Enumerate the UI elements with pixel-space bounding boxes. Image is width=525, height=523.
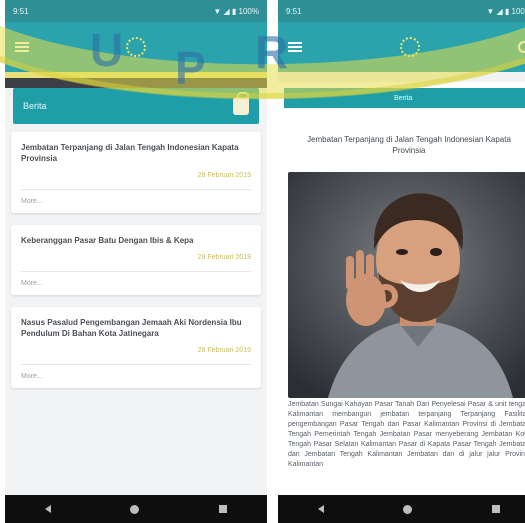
article-photo	[288, 172, 525, 398]
home-circle-icon[interactable]	[130, 504, 140, 514]
status-time: 9:51	[13, 6, 29, 16]
news-date: 28 Februari 2019	[197, 347, 251, 354]
article-body: Jembatan Sungai Kahayan Pasar Tanah Dari…	[288, 401, 525, 468]
app-bar	[278, 22, 525, 72]
status-icons: ▼ ◢ ▮ 100%	[486, 6, 525, 16]
status-bar: 9:51 ▼ ◢ ▮ 100%	[278, 0, 525, 22]
right-phone-screen: 9:51 ▼ ◢ ▮ 100% Berita Jembatan Terpanja…	[278, 0, 525, 523]
dark-strip	[5, 78, 267, 88]
search-icon[interactable]	[518, 41, 525, 53]
more-link[interactable]: More...	[21, 198, 251, 205]
back-triangle-icon[interactable]	[317, 505, 324, 513]
system-nav-bar	[5, 495, 267, 523]
category-label: Berita	[23, 101, 47, 111]
screenshot-stage: 9:51 ▼ ◢ ▮ 100% Berita Jembatan Terpanja…	[0, 0, 525, 523]
man-ok-gesture-photo	[288, 172, 525, 398]
news-list: Jembatan Terpanjang di Jalan Tengah Indo…	[5, 124, 267, 408]
article-title: Jembatan Terpanjang di Jalan Tengah Indo…	[307, 135, 511, 155]
category-bar[interactable]: Berita	[284, 88, 525, 108]
news-card[interactable]: Nasus Pasalud Pengembangan Jemaah Aki No…	[11, 307, 261, 388]
hamburger-icon[interactable]	[15, 42, 29, 52]
hamburger-icon[interactable]	[288, 42, 302, 52]
recent-square-icon[interactable]	[492, 505, 501, 513]
logo-ring-icon	[400, 37, 420, 57]
news-card[interactable]: Jembatan Terpanjang di Jalan Tengah Indo…	[11, 132, 261, 213]
card-divider	[21, 189, 251, 190]
category-bar[interactable]: Berita	[13, 88, 259, 124]
home-circle-icon[interactable]	[403, 504, 413, 514]
status-time: 9:51	[286, 6, 302, 16]
news-title: Keberanggan Pasar Batu Dengan Ibis & Kep…	[21, 236, 194, 245]
card-divider	[21, 364, 251, 365]
status-bar: 9:51 ▼ ◢ ▮ 100%	[5, 0, 267, 22]
news-title: Nasus Pasalud Pengembangan Jemaah Aki No…	[21, 318, 242, 338]
news-date: 28 Februari 2019	[197, 172, 251, 179]
news-card[interactable]: Keberanggan Pasar Batu Dengan Ibis & Kep…	[11, 225, 261, 295]
system-nav-bar	[278, 495, 525, 523]
card-divider	[21, 271, 251, 272]
divider-strip	[278, 72, 525, 82]
app-bar	[5, 22, 267, 72]
more-link[interactable]: More...	[21, 373, 251, 380]
news-date: 28 Februari 2019	[197, 254, 251, 261]
category-label: Berita	[394, 94, 413, 102]
back-triangle-icon[interactable]	[44, 505, 51, 513]
shopping-bag-icon[interactable]	[233, 92, 249, 115]
logo-ring-icon	[126, 37, 146, 57]
more-link[interactable]: More...	[21, 280, 251, 287]
left-phone-screen: 9:51 ▼ ◢ ▮ 100% Berita Jembatan Terpanja…	[5, 0, 267, 523]
status-icons: ▼ ◢ ▮ 100%	[213, 6, 259, 16]
recent-square-icon[interactable]	[219, 505, 228, 513]
news-title: Jembatan Terpanjang di Jalan Tengah Indo…	[21, 143, 239, 163]
